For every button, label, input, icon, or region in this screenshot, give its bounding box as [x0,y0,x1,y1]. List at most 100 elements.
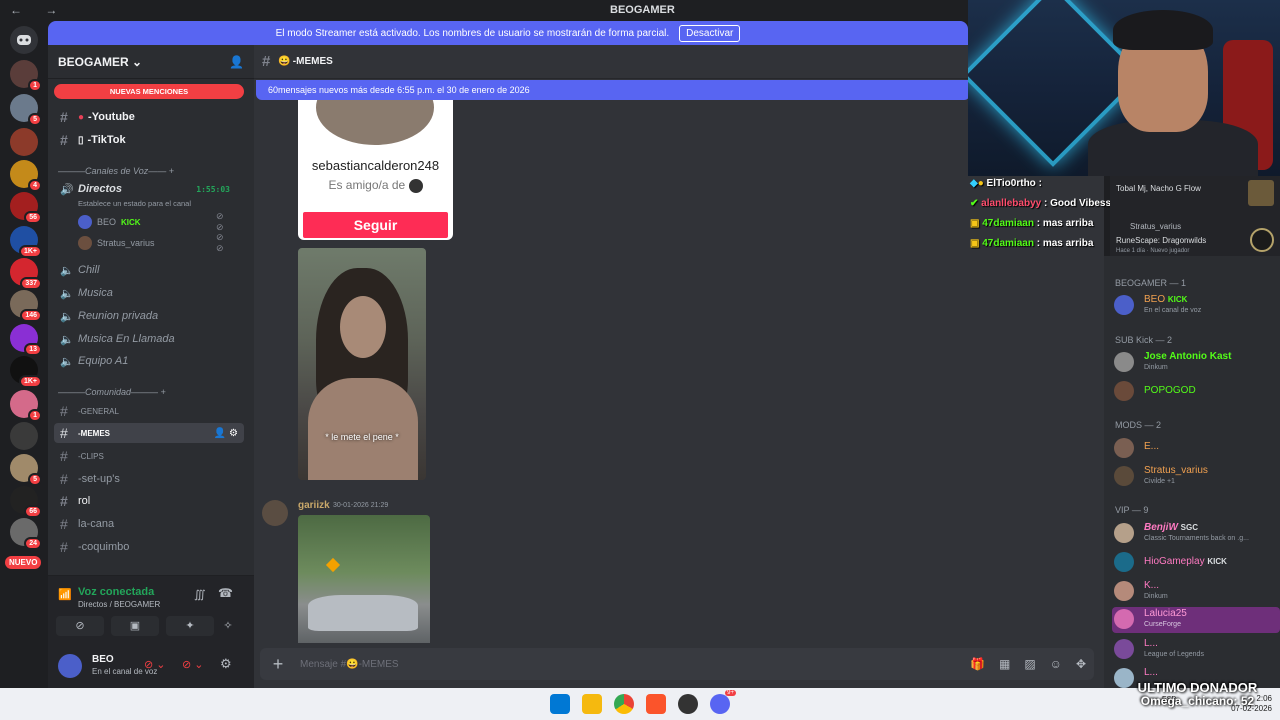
mic-muted-icon[interactable]: ⊘ ⌄ [144,658,166,671]
file-explorer-icon[interactable] [582,694,602,714]
voice-status[interactable]: Voz conectada [78,586,154,598]
soundboard-button[interactable]: ✧ [208,616,248,636]
server-icon[interactable]: 66 [10,486,42,518]
message-author[interactable]: gariizk [298,500,330,511]
server-icon[interactable]: 1 [10,60,42,92]
category-comunidad[interactable]: ———Comunidad——— + [58,387,166,397]
member-item[interactable]: Lalucia25 CurseForge [1112,607,1280,633]
channel-label: -MEMES [78,428,110,438]
deafen-icon[interactable]: ⊘ ⌄ [182,658,204,671]
member-name: Jose Antonio Kast [1144,351,1232,362]
server-icon[interactable]: 1 [10,390,42,422]
new-mentions-pill[interactable]: NUEVAS MENCIONES [54,84,244,99]
settings-gear-icon[interactable]: 👤 ⚙ [214,428,238,439]
avatar[interactable] [262,500,288,526]
avatar [1114,639,1134,659]
new-badge[interactable]: NUEVO [5,556,42,569]
member-item[interactable]: E... [1114,436,1280,462]
activity-card[interactable]: Tobal Mj, Nacho G Flow Stratus_varius Ru… [1110,176,1280,256]
guild-header[interactable]: BEOGAMER ⌄ 👤 [48,45,254,79]
discord-taskbar-icon[interactable]: 9+ [710,690,736,714]
server-badge: 5 [28,113,42,126]
member-item[interactable]: Stratus_varius Civilde +1 [1114,464,1280,490]
member-item[interactable]: BEO KICK En el canal de voz [1114,293,1280,319]
voice-channel-musica-llamada[interactable]: 🔈 Musica En Llamada [54,329,244,349]
emoji-icon[interactable]: ☺ [1050,657,1062,671]
obs-icon[interactable] [678,694,698,714]
channel-rol[interactable]: # rol [54,491,244,511]
member-item[interactable]: K... Dinkum [1114,579,1280,605]
channel-setups[interactable]: # -set-up's [54,469,244,489]
channel-memes[interactable]: # -MEMES 👤 ⚙ [54,423,244,443]
discord-badge: 9+ [725,690,736,696]
server-icon[interactable]: 56 [10,192,42,224]
message-composer[interactable]: + Mensaje #😀-MEMES 🎁 ▦ ▨ ☺ ✥ [260,648,1094,680]
channel-la-cana[interactable]: # la-cana [54,514,244,534]
sticker-icon[interactable]: ▨ [1024,657,1035,671]
soundwave-icon[interactable]: ∭ [194,588,206,601]
voice-channel-musica[interactable]: 🔈 Musica [54,283,244,303]
server-icon[interactable]: 13 [10,324,42,356]
server-icon[interactable]: 1K+ [10,356,42,388]
server-icon[interactable] [10,422,38,450]
channel-general[interactable]: # -GENERAL [54,401,244,421]
chat-text: : mas arriba [1036,218,1094,229]
voice-channel-directos[interactable]: 🔊 Directos 1:55:03 [54,179,244,199]
member-item[interactable]: L... League of Legends [1114,637,1280,663]
deactivate-button[interactable]: Desactivar [679,24,741,42]
server-icon[interactable]: 5 [10,94,42,126]
embed-friend-text: Es amigo/a de [298,178,453,193]
profile-picture [316,100,434,145]
server-icon[interactable]: 4 [10,160,42,192]
apps-icon[interactable]: ✥ [1076,657,1086,671]
add-member-icon[interactable]: 👤 [229,55,244,69]
user-settings-icon[interactable]: ⚙ [220,656,232,672]
voice-channel-equipo[interactable]: 🔈 Equipo A1 [54,351,244,371]
channel-tiktok[interactable]: # ▯ -TikTok [54,130,244,150]
tiktok-embed-card[interactable]: sebastiancalderon248 Es amigo/a de Segui… [298,100,453,240]
avatar[interactable] [58,654,82,678]
nav-arrows-icon[interactable]: ← → [10,3,67,17]
add-attachment-icon[interactable]: + [264,654,292,675]
member-status: Civilde +1 [1144,478,1175,485]
server-icon[interactable]: 337 [10,258,42,290]
channel-youtube[interactable]: # ● -Youtube [54,107,244,127]
donor-name: Omega_chicano: 52 [1140,694,1255,708]
member-item[interactable]: Jose Antonio Kast Dinkum [1114,350,1280,376]
category-voice[interactable]: ———Canales de Voz—— + [58,166,174,176]
attached-photo[interactable] [298,515,430,643]
screen-share-button[interactable]: ▣ [111,616,159,636]
server-icon[interactable]: 24 [10,518,42,550]
camera-off-button[interactable]: ⊘ [56,616,104,636]
gif-icon[interactable]: ▦ [999,657,1010,671]
member-item[interactable]: BenjiW SGC Classic Tournaments back on .… [1114,521,1280,547]
windows-start-icon[interactable] [550,694,570,714]
channel-status[interactable]: Establece un estado para el canal [78,199,191,208]
new-messages-bar[interactable]: 60mensajes nuevos más desde 6:55 p.m. el… [256,80,970,100]
gift-icon[interactable]: 🎁 [970,657,985,671]
server-icon[interactable] [10,128,38,156]
phone-icon: ▯ [78,134,84,146]
member-item[interactable]: POPOGOD [1114,379,1280,405]
attached-photo[interactable]: * le mete el pene * [298,248,426,480]
channel-clips[interactable]: # -CLIPS [54,446,244,466]
discord-home-icon[interactable] [10,26,38,54]
voice-channel-reunion[interactable]: 🔈 Reunion privada [54,306,244,326]
chrome-icon[interactable] [614,694,634,714]
voice-user[interactable]: Stratus_varius ⊘ ⊘ [78,232,224,253]
hash-icon: # [60,403,68,419]
disconnect-icon[interactable]: ☎ [218,586,233,600]
channel-sidebar: BEOGAMER ⌄ 👤 NUEVAS MENCIONES # ● -Youtube… [48,45,254,688]
voice-location[interactable]: Directos / BEOGAMER [78,600,160,609]
last-donor-overlay: ULTIMO DONADOR Omega_chicano: 52 [1120,680,1275,708]
brave-icon[interactable] [646,694,666,714]
server-icon[interactable]: 5 [10,454,42,486]
member-item[interactable]: HioGameplay KICK [1114,550,1280,576]
voice-channel-chill[interactable]: 🔈 Chill [54,260,244,280]
server-icon[interactable]: 1K+ [10,226,42,258]
channel-coquimbo[interactable]: # -coquimbo [54,537,244,557]
activities-button[interactable]: ✦ [166,616,214,636]
voice-user[interactable]: BEO KICK ⊘ ⊘ [78,211,224,232]
follow-button[interactable]: Seguir [303,212,448,238]
server-icon[interactable]: 146 [10,290,42,322]
